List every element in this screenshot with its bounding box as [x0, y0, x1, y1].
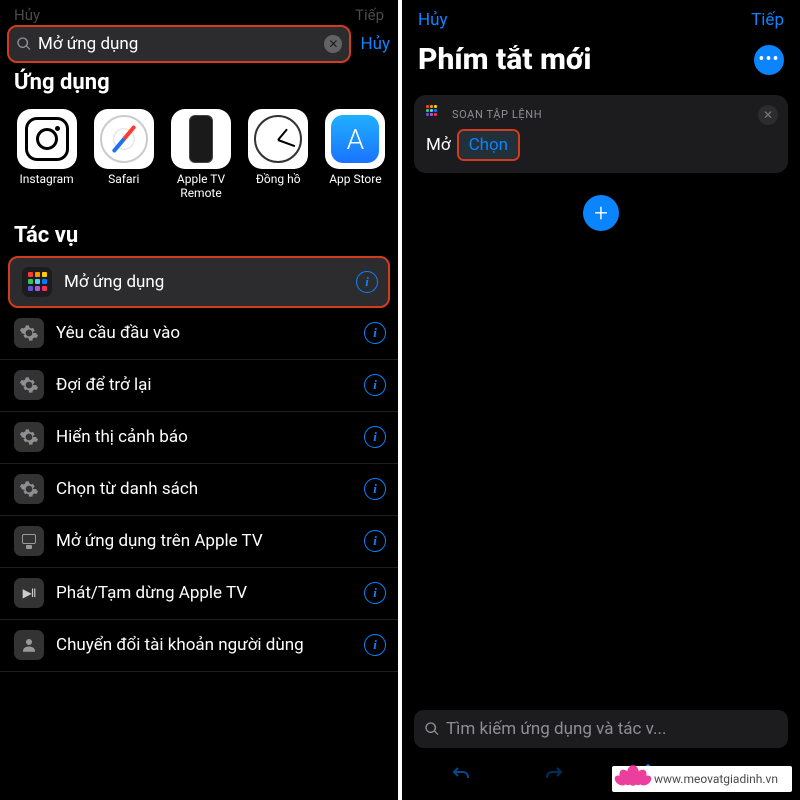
action-switch-user[interactable]: Chuyển đổi tài khoản người dùng i: [0, 620, 398, 672]
watermark: www.meovatgiadinh.vn: [612, 766, 792, 792]
search-input[interactable]: Tìm kiếm ứng dụng và tác v...: [414, 710, 788, 748]
dim-next: Tiếp: [355, 6, 384, 24]
app-label: Instagram: [20, 173, 74, 187]
action-wait-return[interactable]: Đợi để trở lại i: [0, 360, 398, 412]
action-show-alert[interactable]: Hiển thị cảnh báo i: [0, 412, 398, 464]
info-icon[interactable]: i: [364, 634, 386, 656]
clear-icon[interactable]: ✕: [324, 35, 342, 53]
search-icon: [16, 36, 32, 52]
app-safari[interactable]: Safari: [89, 109, 158, 201]
info-icon[interactable]: i: [364, 322, 386, 344]
search-placeholder: Tìm kiếm ứng dụng và tác v...: [446, 719, 778, 739]
gear-icon: [14, 422, 44, 452]
right-header: Hủy Tiếp: [402, 0, 800, 42]
instagram-icon: [17, 109, 77, 169]
action-open-app[interactable]: Mở ứng dụng i: [8, 256, 390, 308]
app-label: Đồng hồ: [256, 173, 301, 187]
next-button[interactable]: Tiếp: [751, 10, 784, 30]
close-icon[interactable]: ✕: [758, 105, 778, 125]
card-header: SOẠN TẬP LỆNH: [426, 105, 776, 123]
atv-remote-icon: [171, 109, 231, 169]
app-label: Safari: [108, 173, 139, 187]
app-label: Apple TV Remote: [166, 173, 235, 201]
page-title: Phím tắt mới: [418, 42, 592, 77]
redo-icon[interactable]: [542, 762, 566, 786]
search-icon: [424, 721, 440, 737]
action-label: Hiển thị cảnh báo: [56, 427, 352, 447]
section-apps: Ứng dụng: [0, 70, 398, 103]
title-row: Phím tắt mới •••: [402, 42, 800, 95]
apps-row: Instagram Safari Apple TV Remote Đồng hồ…: [0, 103, 398, 209]
gear-icon: [14, 318, 44, 348]
lotus-icon: [612, 748, 654, 790]
app-atv-remote[interactable]: Apple TV Remote: [166, 109, 235, 201]
undo-icon[interactable]: [449, 762, 473, 786]
gear-icon: [14, 370, 44, 400]
action-ask-input[interactable]: Yêu cầu đầu vào i: [0, 308, 398, 360]
action-play-pause-atv[interactable]: ▶II Phát/Tạm dừng Apple TV i: [0, 568, 398, 620]
search-input[interactable]: Mở ứng dụng ✕: [8, 26, 350, 62]
more-button[interactable]: •••: [754, 45, 784, 75]
grid-icon: [22, 267, 52, 297]
action-label: Chuyển đổi tài khoản người dùng: [56, 635, 352, 655]
appstore-icon: A: [325, 109, 385, 169]
section-actions: Tác vụ: [0, 209, 398, 256]
action-label: Phát/Tạm dừng Apple TV: [56, 583, 352, 603]
watermark-text: www.meovatgiadinh.vn: [654, 772, 778, 786]
info-icon[interactable]: i: [364, 478, 386, 500]
info-icon[interactable]: i: [364, 582, 386, 604]
action-label: Chọn từ danh sách: [56, 479, 352, 499]
dim-cancel: Hủy: [14, 6, 40, 24]
card-body: Mở Chọn: [426, 129, 776, 163]
app-instagram[interactable]: Instagram: [12, 109, 81, 201]
right-pane: Hủy Tiếp Phím tắt mới ••• ✕ SOẠN TẬP LỆN…: [402, 0, 800, 800]
grid-icon: [426, 105, 444, 123]
playpause-icon: ▶II: [14, 578, 44, 608]
info-icon[interactable]: i: [364, 374, 386, 396]
search-row: Mở ứng dụng ✕ Hủy: [0, 26, 398, 70]
cancel-button[interactable]: Hủy: [418, 10, 448, 30]
card-category: SOẠN TẬP LỆNH: [452, 108, 542, 121]
info-icon[interactable]: i: [356, 271, 378, 293]
add-action-button[interactable]: +: [583, 195, 619, 231]
safari-icon: [94, 109, 154, 169]
app-appstore[interactable]: A App Store: [321, 109, 390, 201]
info-icon[interactable]: i: [364, 530, 386, 552]
search-value: Mở ứng dụng: [38, 34, 318, 54]
card-static-text: Mở: [426, 135, 451, 155]
action-card: ✕ SOẠN TẬP LỆNH Mở Chọn: [414, 95, 788, 173]
cancel-button[interactable]: Hủy: [360, 34, 390, 54]
app-label: App Store: [329, 173, 381, 187]
choose-label: Chọn: [469, 135, 509, 155]
user-icon: [14, 630, 44, 660]
left-pane: Hủy Tiếp Mở ứng dụng ✕ Hủy Ứng dụng Inst…: [0, 0, 398, 800]
dim-header: Hủy Tiếp: [0, 0, 398, 26]
action-choose-list[interactable]: Chọn từ danh sách i: [0, 464, 398, 516]
action-label: Yêu cầu đầu vào: [56, 323, 352, 343]
tv-icon: [14, 526, 44, 556]
action-label: Mở ứng dụng trên Apple TV: [56, 531, 352, 551]
action-label: Đợi để trở lại: [56, 375, 352, 395]
action-label: Mở ứng dụng: [64, 272, 344, 292]
clock-icon: [248, 109, 308, 169]
action-open-atv[interactable]: Mở ứng dụng trên Apple TV i: [0, 516, 398, 568]
info-icon[interactable]: i: [364, 426, 386, 448]
choose-app-button[interactable]: Chọn: [459, 131, 519, 159]
gear-icon: [14, 474, 44, 504]
app-clock[interactable]: Đồng hồ: [244, 109, 313, 201]
